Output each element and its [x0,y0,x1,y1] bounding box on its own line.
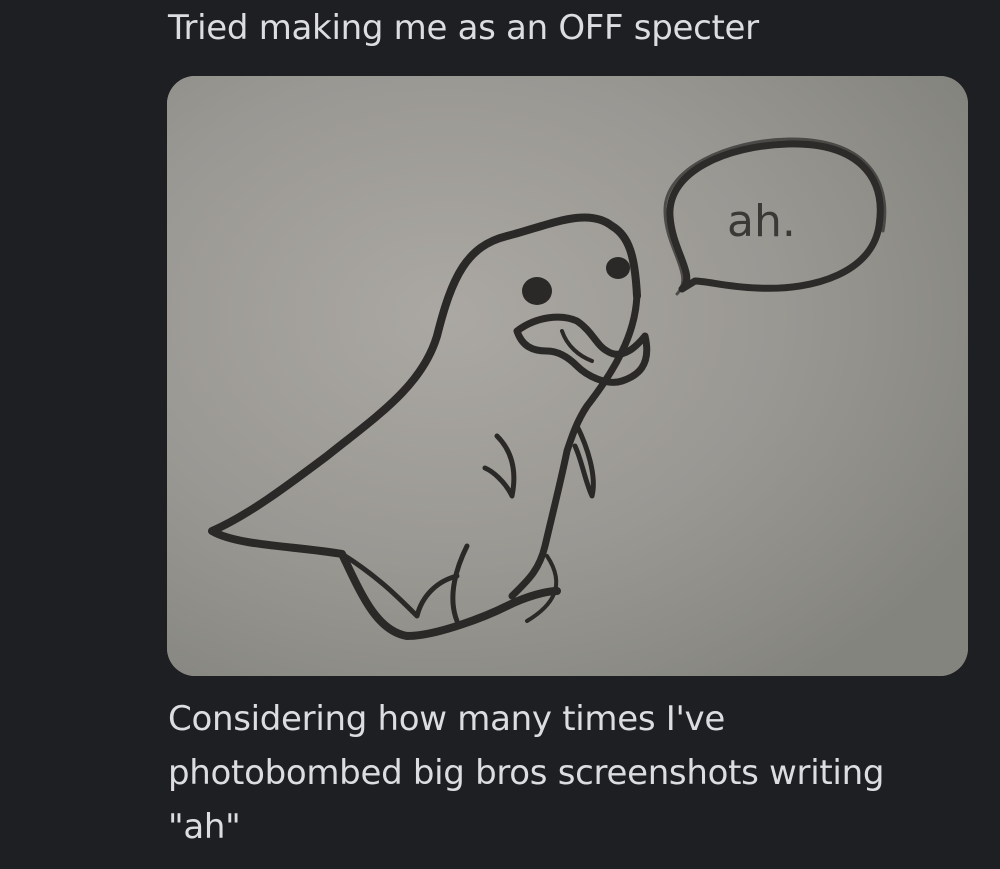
image-attachment[interactable]: ah. [167,76,968,676]
creature-eye [606,257,630,279]
message-line: photobombed big bros screenshots writing [168,753,885,793]
message-text: Tried making me as an OFF specter [168,8,759,48]
message-line: "ah" [168,807,241,847]
message-text: Considering how many times I've photobom… [168,692,968,854]
message-line: Considering how many times I've [168,699,725,739]
chat-view: Tried making me as an OFF specter ah. Co… [0,0,1000,869]
sketch-drawing: ah. [167,76,968,676]
bubble-text: ah. [727,196,796,247]
creature-eye [522,277,552,305]
